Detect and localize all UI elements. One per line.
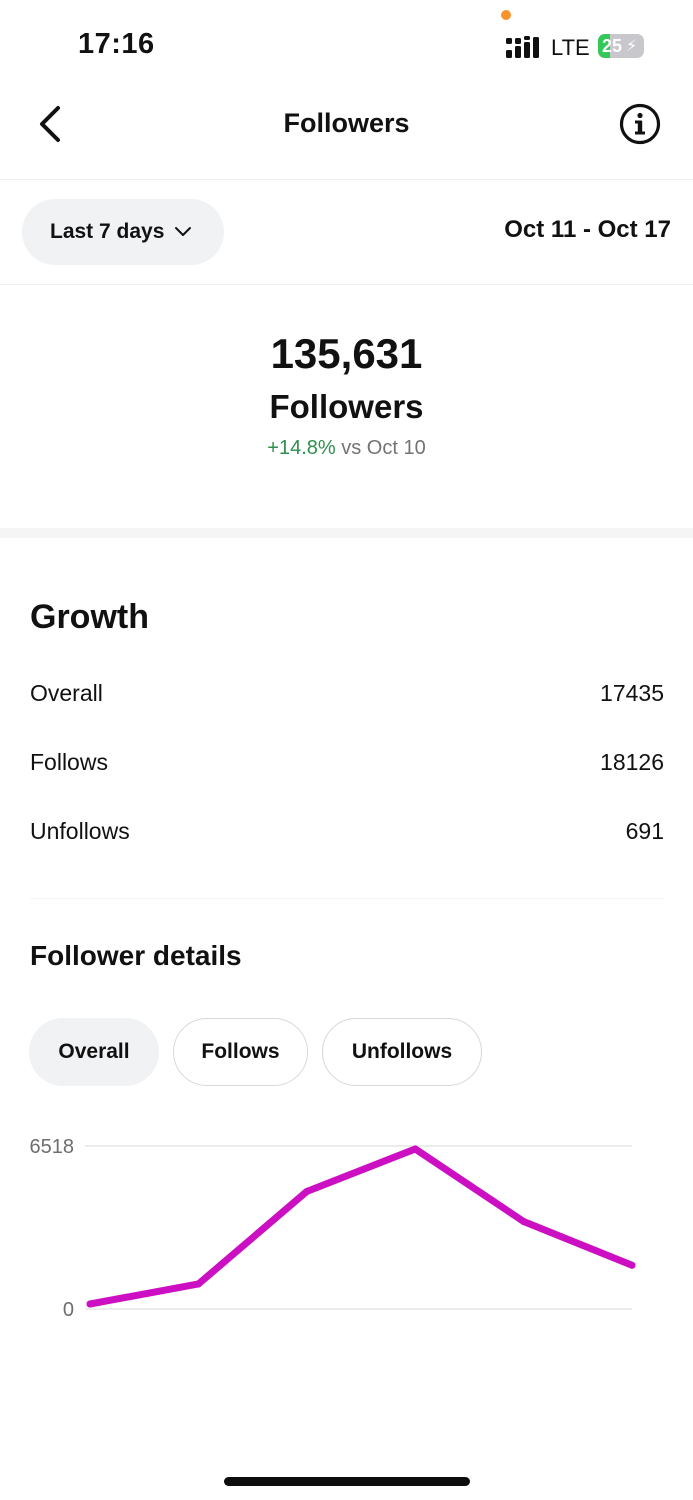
status-bar: 17:16 LTE 25 ⚡ bbox=[0, 0, 693, 80]
chevron-down-icon bbox=[175, 227, 192, 236]
tab-overall[interactable]: Overall bbox=[29, 1018, 159, 1086]
growth-row-value: 691 bbox=[625, 818, 664, 844]
chart-y-tick-label: 6518 bbox=[30, 1136, 75, 1158]
growth-title: Growth bbox=[30, 598, 149, 636]
chart-data-point bbox=[303, 1187, 311, 1195]
home-indicator bbox=[224, 1477, 470, 1486]
battery-percent: 25 bbox=[602, 36, 623, 56]
growth-row-label: Unfollows bbox=[30, 818, 130, 844]
info-circle-icon bbox=[619, 103, 661, 145]
growth-row-overall: Overall 17435 bbox=[30, 680, 664, 720]
battery-icon: 25 ⚡ bbox=[598, 34, 644, 58]
date-range-text: Oct 11 - Oct 17 bbox=[504, 216, 671, 243]
growth-row-label: Follows bbox=[30, 749, 108, 775]
status-time: 17:16 bbox=[78, 28, 155, 60]
date-range-dropdown[interactable]: Last 7 days bbox=[22, 199, 224, 265]
follower-details-title: Follower details bbox=[30, 940, 242, 971]
growth-row-value: 18126 bbox=[600, 749, 664, 775]
tab-unfollows[interactable]: Unfollows bbox=[322, 1018, 482, 1086]
date-range-label: Last 7 days bbox=[50, 220, 165, 243]
change-line: +14.8% vs Oct 10 bbox=[0, 437, 693, 460]
chart-data-point bbox=[86, 1300, 94, 1308]
followers-count: 135,631 bbox=[270, 330, 423, 377]
chart-data-point bbox=[520, 1217, 528, 1225]
growth-row-follows: Follows 18126 bbox=[30, 749, 664, 789]
followers-label: Followers bbox=[269, 388, 424, 425]
tab-label: Unfollows bbox=[351, 1040, 453, 1063]
thin-divider bbox=[30, 898, 664, 899]
growth-row-label: Overall bbox=[30, 680, 103, 706]
follower-line-chart: 6518 0 bbox=[30, 1136, 636, 1321]
change-comparison: vs Oct 10 bbox=[335, 437, 426, 459]
page-title: Followers bbox=[283, 108, 410, 138]
tab-follows[interactable]: Follows bbox=[173, 1018, 308, 1086]
section-divider bbox=[0, 528, 693, 538]
change-percent: +14.8% bbox=[267, 437, 336, 459]
info-button[interactable] bbox=[618, 102, 662, 146]
cellular-signal-icon bbox=[506, 36, 539, 58]
followers-summary: 135,631 Followers +14.8% vs Oct 10 bbox=[0, 286, 693, 528]
chart-data-point bbox=[411, 1145, 419, 1153]
nav-header: Followers bbox=[0, 80, 693, 180]
chart-data-point bbox=[628, 1261, 636, 1269]
chart-data-point bbox=[194, 1280, 202, 1288]
followers-screen: 17:16 LTE 25 ⚡ Followers Last 7 days Oct… bbox=[0, 0, 693, 1500]
network-type: LTE bbox=[551, 35, 590, 60]
growth-row-value: 17435 bbox=[600, 680, 664, 706]
tab-label: Follows bbox=[201, 1040, 280, 1063]
charging-bolt-icon: ⚡ bbox=[626, 38, 638, 55]
filter-row: Last 7 days Oct 11 - Oct 17 bbox=[0, 181, 693, 285]
chart-series-line bbox=[86, 1145, 636, 1308]
privacy-indicator-dot bbox=[501, 10, 511, 20]
chart-y-tick-label: 0 bbox=[63, 1299, 74, 1321]
growth-row-unfollows: Unfollows 691 bbox=[30, 818, 664, 858]
tab-label: Overall bbox=[58, 1040, 130, 1063]
